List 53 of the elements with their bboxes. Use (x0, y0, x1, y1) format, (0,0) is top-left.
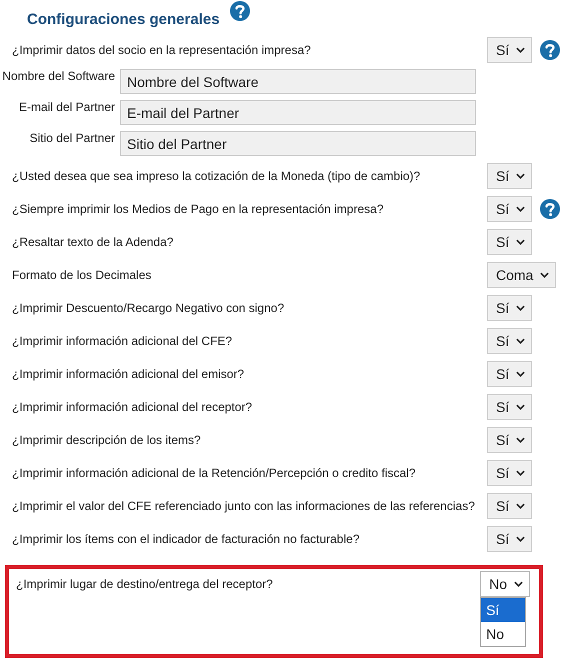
help-icon[interactable] (540, 198, 560, 218)
setting-label: ¿Imprimir descripción de los items? (11, 432, 202, 446)
dropdown[interactable]: Sí (487, 460, 532, 486)
setting-label: Formato de los Decimales (11, 268, 152, 282)
dropdown-option[interactable]: Sí (481, 598, 526, 622)
setting-label: ¿Imprimir lugar de destino/entrega del receptor? (16, 577, 274, 591)
caret-icon (516, 46, 526, 52)
setting-label: ¿Imprimir información adicional del CFE? (11, 334, 234, 348)
dropdown[interactable]: Sí (487, 36, 532, 62)
dropdown[interactable]: Sí (487, 426, 532, 452)
dropdown[interactable]: Sí (487, 394, 532, 420)
setting-label: ¿Usted desea que sea impreso la cotización de la Moneda (tipo de cambio)? (11, 168, 422, 182)
dropdown[interactable]: Sí (487, 360, 532, 386)
dropdown[interactable]: No (480, 571, 530, 597)
field-label: Nombre del Software (1, 69, 115, 83)
caret-icon (514, 581, 523, 587)
setting-label: ¿Imprimir datos del socio en la representación impresa? (11, 42, 312, 56)
field-label: Sitio del Partner (28, 131, 115, 145)
caret-icon (516, 470, 526, 476)
setting-label: ¿Imprimir el valor del CFE referenciado junto con las informaciones de las referencias? (11, 498, 476, 512)
setting-label: ¿Resaltar texto de la Adenda? (11, 234, 174, 248)
setting-label: ¿Imprimir información adicional de la Retención/Percepción o credito fiscal? (11, 466, 417, 480)
caret-icon (540, 272, 550, 278)
input-field[interactable]: E-mail del Partner (120, 100, 476, 125)
input-field[interactable]: Nombre del Software (120, 69, 476, 94)
setting-label: ¿Siempre imprimir los Medios de Pago en la representación impresa? (11, 202, 384, 216)
help-icon[interactable] (540, 40, 560, 60)
dropdown[interactable]: Sí (487, 492, 532, 518)
dropdown[interactable]: Sí (487, 162, 532, 188)
dropdown[interactable]: Sí (487, 328, 532, 354)
dropdown[interactable]: Sí (487, 228, 532, 254)
caret-icon (516, 502, 526, 508)
caret-icon (516, 338, 526, 344)
caret-icon (516, 370, 526, 376)
caret-icon (516, 536, 526, 542)
caret-icon (516, 206, 526, 212)
input-field[interactable]: Sitio del Partner (120, 131, 476, 156)
caret-icon (516, 436, 526, 442)
dropdown[interactable]: Sí (487, 526, 532, 552)
dropdown[interactable]: Coma (487, 262, 556, 288)
dropdown[interactable]: Sí (487, 196, 532, 222)
setting-label: ¿Imprimir información adicional del receptor? (11, 400, 254, 414)
setting-label: ¿Imprimir información adicional del emisor? (11, 366, 246, 380)
dropdown[interactable]: Sí (487, 294, 532, 320)
setting-label: ¿Imprimir los ítems con el indicador de facturación no facturable? (11, 532, 360, 546)
caret-icon (516, 304, 526, 310)
section-title: Configuraciones generales (27, 11, 220, 28)
field-label: E-mail del Partner (18, 100, 115, 114)
setting-label: ¿Imprimir Descuento/Recargo Negativo con signo? (11, 300, 286, 314)
caret-icon (516, 404, 526, 410)
help-icon[interactable] (230, 1, 250, 21)
caret-icon (516, 172, 526, 178)
caret-icon (516, 238, 526, 244)
